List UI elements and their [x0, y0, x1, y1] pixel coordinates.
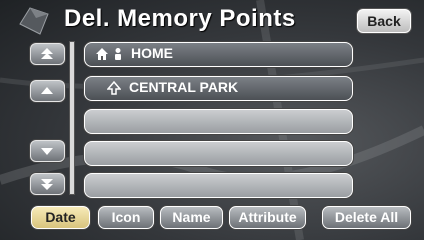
line-up-button[interactable]	[30, 80, 65, 102]
memory-point-row[interactable]: CENTRAL PARK	[84, 76, 353, 101]
sort-by-name-button[interactable]: Name	[160, 206, 223, 229]
empty-row[interactable]	[84, 141, 353, 166]
memory-point-label: HOME	[131, 45, 173, 61]
chevron-down-icon	[41, 148, 53, 155]
park-icon	[107, 81, 121, 95]
person-icon	[115, 48, 121, 60]
line-down-button[interactable]	[30, 140, 65, 162]
page-title: Del. Memory Points	[64, 5, 296, 32]
delete-all-button[interactable]: Delete All	[322, 206, 411, 229]
double-chevron-down-icon	[41, 179, 53, 190]
empty-row[interactable]	[84, 173, 353, 198]
sort-by-date-button[interactable]: Date	[31, 206, 90, 229]
nav-screen: Del. Memory Points Back HOME CENTRAL PAR…	[0, 0, 424, 240]
back-button[interactable]: Back	[357, 9, 411, 33]
home-icon	[96, 48, 108, 60]
scroll-track[interactable]	[69, 41, 75, 195]
header: Del. Memory Points Back	[0, 0, 424, 40]
sort-by-icon-button[interactable]: Icon	[98, 206, 154, 229]
empty-row[interactable]	[84, 109, 353, 134]
memory-flag-icon	[19, 7, 49, 35]
page-down-button[interactable]	[30, 173, 65, 195]
sort-by-attribute-button[interactable]: Attribute	[229, 206, 306, 229]
memory-point-row[interactable]: HOME	[84, 42, 353, 67]
double-chevron-up-icon	[41, 48, 53, 59]
page-up-button[interactable]	[30, 43, 65, 65]
chevron-up-icon	[41, 87, 53, 94]
memory-point-label: CENTRAL PARK	[129, 79, 239, 95]
